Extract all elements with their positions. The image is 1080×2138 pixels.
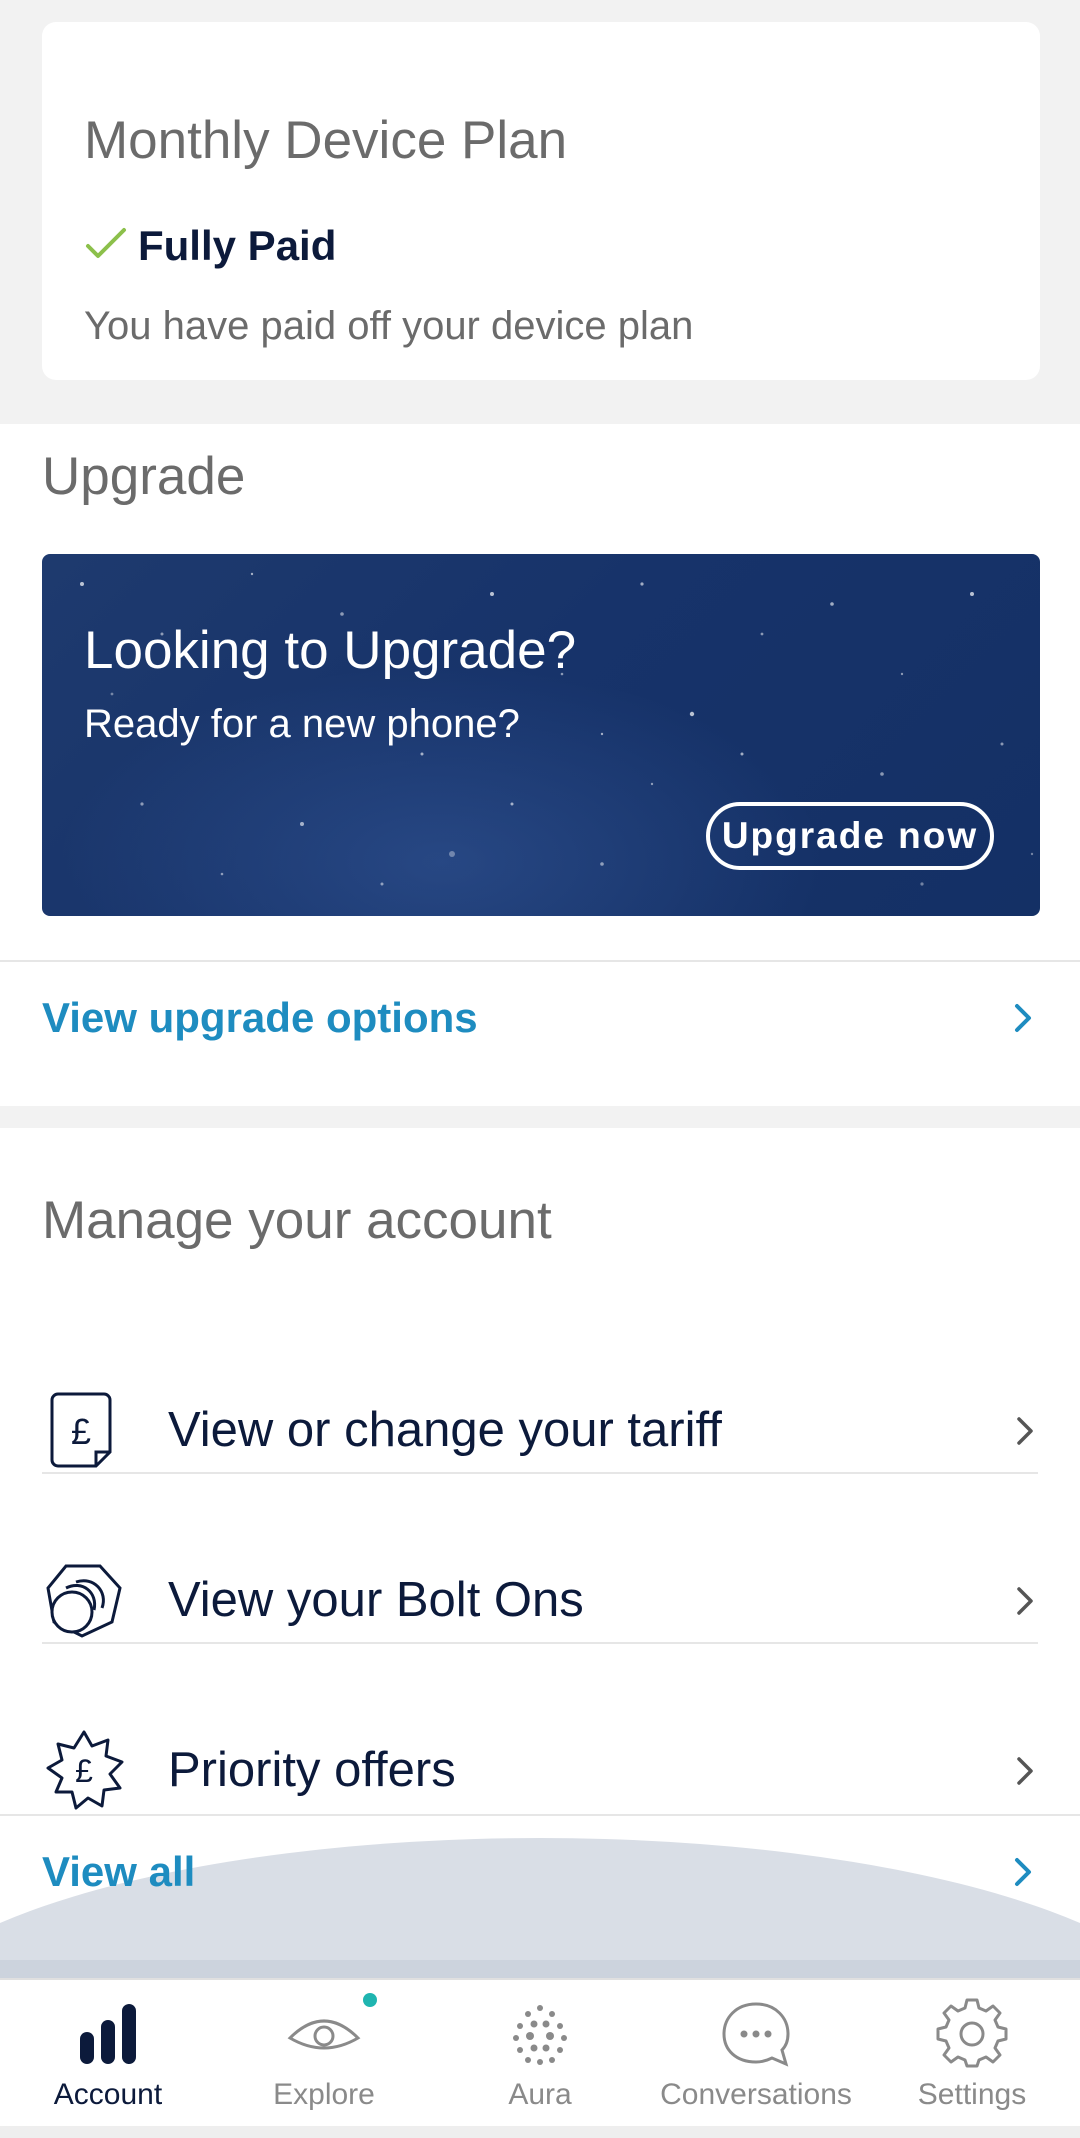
plan-status: Fully Paid (138, 222, 337, 269)
plan-title: Monthly Device Plan (84, 111, 568, 170)
gear-icon (936, 1998, 1008, 2068)
nav-label: Aura (508, 2078, 572, 2111)
bottom-navigation: Account Explore Aura Conversations Setti… (0, 1978, 1080, 2128)
bar-chart-icon (80, 2004, 136, 2064)
banner-title: Looking to Upgrade? (84, 621, 577, 680)
svg-text:£: £ (75, 1753, 93, 1789)
view-upgrade-options-link[interactable]: View upgrade options (0, 962, 1080, 1072)
eye-icon (287, 2019, 361, 2050)
nav-label: Settings (917, 2078, 1027, 2111)
nav-tab-settings[interactable]: Settings (864, 1980, 1080, 2128)
decorative-band (0, 1960, 1080, 1978)
upgrade-heading: Upgrade (42, 447, 246, 506)
manage-account-section: Manage your account £ View or change you… (0, 1128, 1080, 1978)
menu-item-bolt-ons[interactable]: View your Bolt Ons (0, 1516, 1080, 1686)
chevron-right-icon (1017, 1757, 1033, 1785)
manage-heading: Manage your account (42, 1191, 552, 1250)
device-plan-card: Monthly Device Plan Fully Paid You have … (42, 22, 1040, 380)
chevron-right-icon (1015, 1004, 1031, 1032)
nav-tab-aura[interactable]: Aura (432, 1980, 648, 2128)
view-upgrade-options-label: View upgrade options (42, 994, 478, 1041)
chevron-right-icon (1015, 1858, 1031, 1886)
chat-bubble-icon (722, 2002, 790, 2067)
svg-text:£: £ (71, 1411, 91, 1452)
menu-item-label: View or change your tariff (168, 1403, 722, 1457)
notification-badge (363, 1993, 377, 2007)
plan-description: You have paid off your device plan (84, 304, 694, 348)
nav-tab-conversations[interactable]: Conversations (648, 1980, 864, 2128)
system-bar (0, 2126, 1080, 2138)
banner-subtitle: Ready for a new phone? (84, 702, 520, 746)
view-all-link[interactable]: View all (0, 1816, 1080, 1926)
nav-tab-account[interactable]: Account (0, 1980, 216, 2128)
nav-label: Account (53, 2078, 163, 2111)
chevron-right-icon (1017, 1587, 1033, 1615)
upgrade-section: Upgrade Looking to Upgrade? Ready for a … (0, 424, 1080, 1106)
upgrade-banner[interactable]: Looking to Upgrade? Ready for a new phon… (42, 554, 1040, 916)
dots-sphere-icon (513, 2005, 567, 2065)
row-divider (42, 1472, 1038, 1474)
check-icon (86, 228, 126, 258)
menu-item-label: View your Bolt Ons (168, 1573, 584, 1627)
nav-label: Explore (273, 2078, 375, 2111)
chevron-right-icon (1017, 1417, 1033, 1445)
upgrade-now-button[interactable]: Upgrade now (706, 802, 994, 870)
pound-document-icon: £ (50, 1392, 112, 1468)
nav-label: Conversations (660, 2078, 852, 2111)
pound-star-icon: £ (46, 1730, 124, 1810)
menu-item-label: Priority offers (168, 1743, 456, 1797)
row-divider (42, 1642, 1038, 1644)
nav-tab-explore[interactable]: Explore (216, 1980, 432, 2128)
bolt-ons-icon (46, 1564, 122, 1638)
view-all-label: View all (42, 1848, 196, 1895)
menu-item-tariff[interactable]: £ View or change your tariff (0, 1346, 1080, 1516)
